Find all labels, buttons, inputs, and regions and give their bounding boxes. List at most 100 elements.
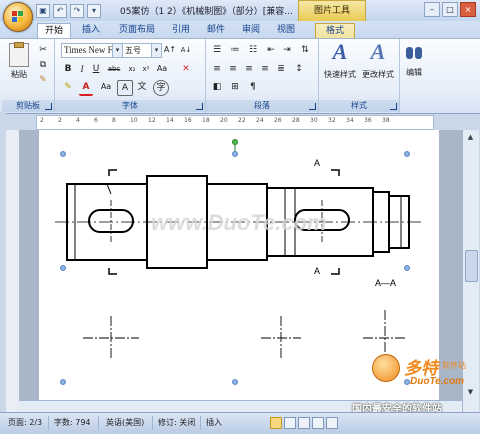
chevron-down-icon: ▾ (151, 44, 161, 57)
document-title: 05案仿（1 2）《机械制图》（部分）[兼容... (120, 7, 293, 17)
decrease-indent-icon[interactable]: ⇤ (264, 43, 278, 57)
outline-view-button[interactable] (312, 417, 324, 429)
superscript-button[interactable]: x² (139, 62, 153, 76)
customize-icon[interactable]: ▾ (87, 4, 101, 18)
print-layout-view-button[interactable] (270, 417, 282, 429)
section-label-bottom: A (314, 266, 320, 276)
word-count[interactable]: 字数: 794 (54, 417, 91, 428)
font-group-label: 字体 (55, 100, 205, 112)
align-right-icon[interactable]: ≡ (242, 62, 256, 76)
save-icon[interactable]: ▣ (36, 4, 50, 18)
grow-font-icon[interactable]: A↑ (163, 43, 177, 57)
increase-indent-icon[interactable]: ⇥ (280, 43, 294, 57)
align-center-icon[interactable]: ≡ (226, 62, 240, 76)
mascot-icon (372, 354, 400, 382)
clipboard-group: 粘贴 ✂ ⧉ ✎ 剪贴板 (2, 39, 55, 113)
subscript-button[interactable]: x₂ (125, 62, 139, 76)
tab-review[interactable]: 审阅 (237, 23, 265, 38)
tab-format[interactable]: 格式 (315, 23, 355, 39)
styles-launcher-icon[interactable] (390, 103, 397, 110)
vertical-ruler[interactable] (6, 130, 20, 412)
office-button[interactable] (3, 2, 33, 32)
styles-group-label: 样式 (319, 100, 399, 112)
enclose-char-icon[interactable]: 字 (153, 80, 169, 96)
multilevel-list-icon[interactable]: ☷ (246, 43, 260, 57)
char-shading-icon[interactable]: Aa (99, 80, 113, 94)
justify-icon[interactable]: ≡ (258, 62, 272, 76)
clipboard-launcher-icon[interactable] (45, 103, 52, 110)
redo-icon[interactable]: ↷ (70, 4, 84, 18)
drawing-watermark: www.DuoTe.com (151, 210, 327, 235)
minimize-button[interactable]: – (424, 2, 440, 17)
shading-icon[interactable]: ◧ (210, 80, 224, 94)
font-launcher-icon[interactable] (196, 103, 203, 110)
highlight-icon[interactable]: ✎ (61, 80, 75, 94)
tab-insert[interactable]: 插入 (76, 23, 106, 38)
office-logo-icon (12, 11, 17, 16)
bold-button[interactable]: B (61, 62, 75, 76)
font-size-select[interactable]: 五号 ▾ (122, 43, 162, 58)
rotate-handle[interactable] (232, 139, 238, 145)
font-color-icon[interactable]: A (79, 80, 93, 96)
clear-format-icon[interactable]: ✕ (179, 62, 193, 76)
page-indicator[interactable]: 页面: 2/3 (8, 417, 42, 428)
paragraph-group-label: 段落 (206, 100, 318, 112)
change-styles-button[interactable]: A 更改样式 (359, 41, 397, 80)
section-crosses (83, 310, 407, 366)
title-bar: ▣ ↶ ↷ ▾ 05案仿（1 2）《机械制图》（部分）[兼容... 图片工具 –… (0, 0, 480, 22)
borders-icon[interactable]: ⊞ (228, 80, 242, 94)
chevron-down-icon: ▾ (112, 44, 122, 57)
section-caption: A—A (375, 278, 396, 288)
binoculars-icon (405, 43, 423, 63)
bullets-icon[interactable]: ☰ (210, 43, 224, 57)
insert-mode-indicator[interactable]: 插入 (206, 417, 222, 428)
paste-button[interactable]: 粘贴 (6, 42, 32, 80)
tab-home[interactable]: 开始 (37, 23, 71, 39)
styles-group: A 快速样式 A 更改样式 样式 (319, 39, 400, 113)
horizontal-ruler[interactable] (36, 115, 434, 130)
paragraph-launcher-icon[interactable] (309, 103, 316, 110)
show-marks-icon[interactable]: ¶ (246, 80, 260, 94)
tab-page-layout[interactable]: 页面布局 (113, 23, 161, 38)
status-bar: 页面: 2/3 字数: 794 英语(美国) 修订: 关闭 插入 (0, 412, 480, 434)
quick-styles-icon: A (332, 39, 348, 64)
numbering-icon[interactable]: ≔ (228, 43, 242, 57)
tab-references[interactable]: 引用 (167, 23, 195, 38)
editing-group: 编辑 (400, 39, 428, 113)
editing-button[interactable]: 编辑 (402, 43, 426, 78)
scroll-thumb[interactable] (465, 250, 478, 282)
scroll-up-icon[interactable]: ▲ (465, 131, 476, 143)
underline-button[interactable]: U (89, 62, 103, 76)
close-button[interactable]: × (460, 2, 476, 17)
undo-icon[interactable]: ↶ (53, 4, 67, 18)
shrink-font-icon[interactable]: A↓ (179, 43, 193, 57)
language-indicator[interactable]: 英语(美国) (106, 417, 144, 428)
copy-icon[interactable]: ⧉ (36, 58, 50, 72)
phonetic-guide-icon[interactable]: 文 (135, 80, 149, 94)
line-spacing-icon[interactable]: ↕ (292, 62, 306, 76)
quick-access-toolbar: ▣ ↶ ↷ ▾ (36, 4, 101, 18)
tab-mailings[interactable]: 邮件 (202, 23, 230, 38)
maximize-button[interactable]: □ (442, 2, 458, 17)
change-case-icon[interactable]: Aa (155, 62, 169, 76)
clipboard-icon (9, 42, 29, 67)
brand-cn-sub: 软件站 (442, 361, 466, 370)
tab-view[interactable]: 视图 (272, 23, 300, 38)
quick-styles-button[interactable]: A 快速样式 (321, 41, 359, 80)
web-layout-view-button[interactable] (298, 417, 310, 429)
align-left-icon[interactable]: ≡ (210, 62, 224, 76)
char-border-icon[interactable]: A (117, 80, 133, 96)
fullscreen-reading-view-button[interactable] (284, 417, 296, 429)
format-painter-icon[interactable]: ✎ (36, 73, 50, 87)
italic-button[interactable]: I (75, 62, 89, 76)
track-changes-indicator[interactable]: 修订: 关闭 (158, 417, 195, 428)
font-name-select[interactable]: Times New F ▾ (61, 43, 123, 58)
resize-handles[interactable] (60, 151, 410, 385)
cut-icon[interactable]: ✂ (36, 43, 50, 57)
ribbon: 粘贴 ✂ ⧉ ✎ 剪贴板 Times New F ▾ 五号 ▾ A↑ A↓ B I … (0, 38, 480, 114)
sort-icon[interactable]: ⇅ (298, 43, 312, 57)
paragraph-group: ☰ ≔ ☷ ⇤ ⇥ ⇅ ≡ ≡ ≡ ≡ ≣ ↕ ◧ ⊞ ¶ 段落 (206, 39, 319, 113)
strikethrough-button[interactable]: abc (105, 62, 123, 76)
draft-view-button[interactable] (326, 417, 338, 429)
distributed-icon[interactable]: ≣ (274, 62, 288, 76)
